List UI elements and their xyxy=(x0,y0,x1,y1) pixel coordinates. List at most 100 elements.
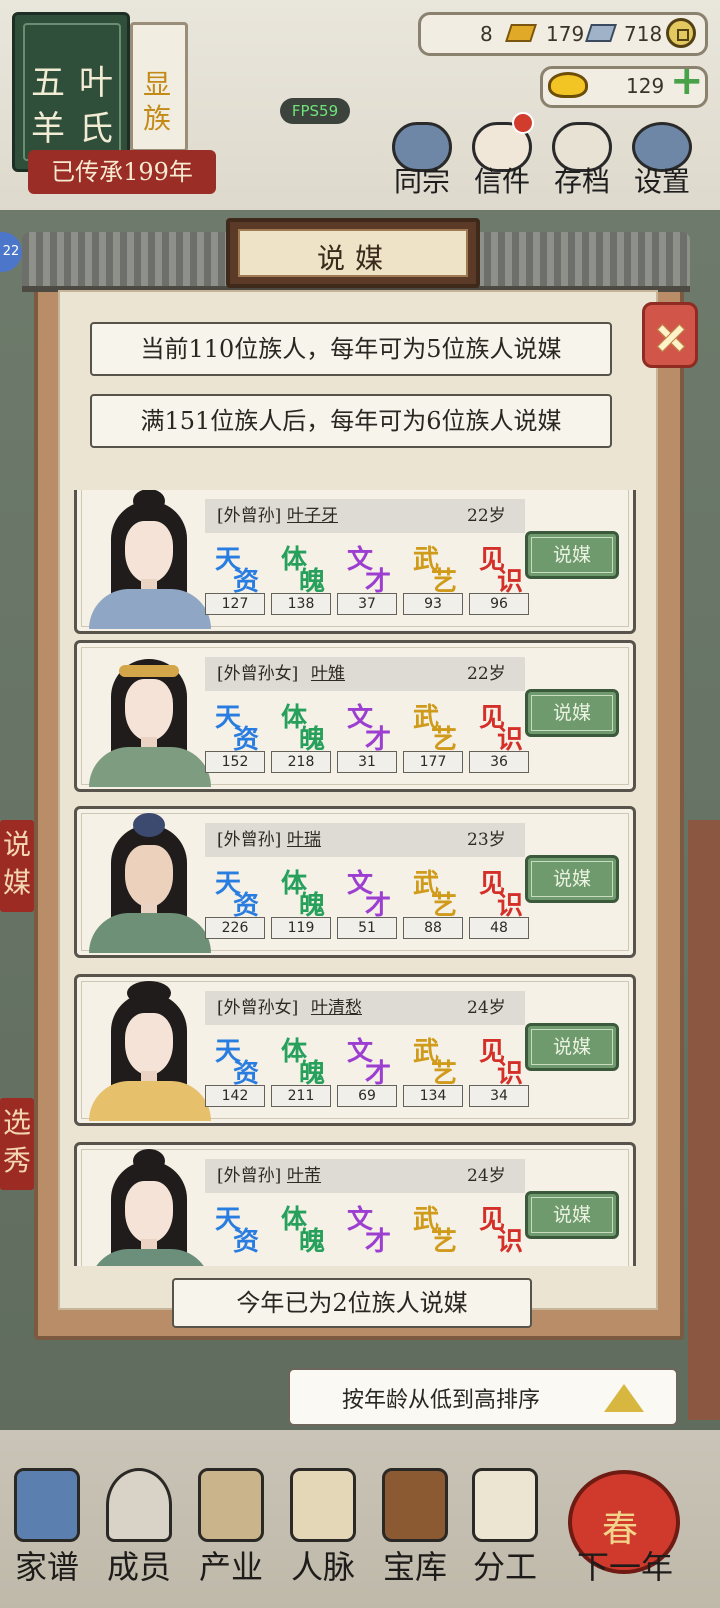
stat-literary: 文才 xyxy=(337,535,399,597)
gold-ingot-icon xyxy=(548,72,588,98)
stat-insight-value: 34 xyxy=(469,1085,529,1107)
match-button[interactable]: 说媒 xyxy=(525,689,619,737)
side-sign-selection-label: 选秀 xyxy=(2,1106,31,1177)
stat-talent-value: 127 xyxy=(205,593,265,615)
stat-literary: 文才 xyxy=(337,693,399,755)
portrait-bun xyxy=(133,1149,165,1173)
side-sign-matchmaking[interactable]: 说媒 xyxy=(0,820,34,912)
candidate-portrait xyxy=(83,981,213,1121)
candidate-name[interactable]: 叶芾 xyxy=(287,1159,321,1193)
nav-network[interactable]: 人脉 xyxy=(278,1462,368,1586)
nav-treasury[interactable]: 宝库 xyxy=(370,1462,460,1586)
candidate-name[interactable]: 叶子牙 xyxy=(287,499,338,533)
candidate-name[interactable]: 叶清愁 xyxy=(311,991,362,1025)
match-button-label: 说媒 xyxy=(531,537,613,573)
menu-save[interactable]: 存档 xyxy=(544,118,620,198)
stat-insight: 见识 xyxy=(469,693,531,755)
add-ingot-button[interactable]: + xyxy=(670,58,704,104)
candidate-relation: [外曾孙] xyxy=(217,830,282,850)
candidate-age: 22岁 xyxy=(467,506,506,526)
candidate-age: 23岁 xyxy=(467,830,506,850)
network-icon xyxy=(290,1468,356,1542)
menu-settings-label: 设置 xyxy=(633,165,690,198)
family-emblem[interactable]: 五 羊 叶 氏 xyxy=(12,12,130,172)
letters-notification-badge xyxy=(512,112,534,134)
dialog-title: 说媒 xyxy=(316,242,393,275)
nav-genealogy-label: 家谱 xyxy=(14,1548,79,1586)
stat-talent-char-2: 资 xyxy=(233,1227,260,1257)
candidate-card: [外曾孙] 叶瑞 23岁 天资 体魄 文才 武艺 见识 226 119 51 8… xyxy=(74,806,636,958)
match-button[interactable]: 说媒 xyxy=(525,855,619,903)
menu-settings[interactable]: 设置 xyxy=(624,118,700,198)
stat-talent: 天资 xyxy=(205,1027,267,1089)
close-button[interactable] xyxy=(642,302,698,368)
stat-physique-value: 138 xyxy=(271,593,331,615)
nav-tasks[interactable]: 分工 xyxy=(460,1462,550,1586)
candidate-portrait xyxy=(83,490,213,629)
property-icon xyxy=(198,1468,264,1542)
heritage-years: 已传承199年 xyxy=(28,150,216,194)
member-icon xyxy=(106,1468,172,1542)
match-button-label: 说媒 xyxy=(531,1029,613,1065)
sort-ascending-icon xyxy=(604,1384,644,1412)
match-button[interactable]: 说媒 xyxy=(525,531,619,579)
stat-insight-value: 36 xyxy=(469,751,529,773)
gold-bar-count: 8 xyxy=(480,22,493,46)
yearly-match-status: 今年已为2位族人说媒 xyxy=(172,1278,532,1328)
stat-physique: 体魄 xyxy=(271,859,333,921)
candidate-list[interactable]: [外曾孙] 叶子牙 22岁 天资 体魄 文才 武艺 见识 127 138 37 … xyxy=(70,490,650,1266)
candidate-relation: [外曾孙] xyxy=(217,1166,282,1186)
portrait-face xyxy=(125,1013,173,1075)
candidate-name-row: [外曾孙女] 叶雉 22岁 xyxy=(205,657,525,691)
menu-clan[interactable]: 同宗 xyxy=(384,118,460,198)
stat-insight: 见识 xyxy=(469,1027,531,1089)
stat-martial-value: 134 xyxy=(403,1085,463,1107)
family-char-1: 五 xyxy=(31,63,65,103)
stat-insight: 见识 xyxy=(469,535,531,597)
candidate-portrait xyxy=(83,813,213,953)
candidate-card: [外曾孙] 叶芾 24岁 天资 体魄 文才 武艺 见识 说媒 xyxy=(74,1142,636,1266)
portrait-bun xyxy=(127,981,171,1005)
candidate-name[interactable]: 叶瑞 xyxy=(287,823,321,857)
match-button-label: 说媒 xyxy=(531,861,613,897)
stat-physique: 体魄 xyxy=(271,693,333,755)
stat-physique-value: 218 xyxy=(271,751,331,773)
stat-talent: 天资 xyxy=(205,693,267,755)
nav-tasks-label: 分工 xyxy=(472,1548,537,1586)
stat-literary-value: 37 xyxy=(337,593,397,615)
stat-physique-char-2: 魄 xyxy=(299,1227,326,1257)
side-sign-selection[interactable]: 选秀 xyxy=(0,1098,34,1190)
match-button[interactable]: 说媒 xyxy=(525,1191,619,1239)
stat-talent-value: 152 xyxy=(205,751,265,773)
nav-members-label: 成员 xyxy=(106,1548,171,1586)
nav-next-year[interactable]: 下一年 xyxy=(566,1462,684,1586)
candidate-name-row: [外曾孙女] 叶清愁 24岁 xyxy=(205,991,525,1025)
dialog-title-plaque: 说媒 xyxy=(226,218,480,288)
fps-counter: FPS59 xyxy=(280,98,350,124)
stat-talent-value: 142 xyxy=(205,1085,265,1107)
stat-martial-char-2: 艺 xyxy=(431,1227,458,1257)
stat-literary: 文才 xyxy=(337,1195,399,1257)
stat-talent: 天资 xyxy=(205,535,267,597)
stat-physique-value: 211 xyxy=(271,1085,331,1107)
nav-treasury-label: 宝库 xyxy=(382,1548,447,1586)
candidate-relation: [外曾孙女] xyxy=(217,998,299,1018)
genealogy-book-icon xyxy=(14,1468,80,1542)
match-button[interactable]: 说媒 xyxy=(525,1023,619,1071)
candidate-age: 24岁 xyxy=(467,1166,506,1186)
menu-letters-label: 信件 xyxy=(473,165,530,198)
menu-clan-label: 同宗 xyxy=(393,165,450,198)
match-button-label: 说媒 xyxy=(531,1197,613,1233)
candidate-card: [外曾孙女] 叶雉 22岁 天资 体魄 文才 武艺 见识 152 218 31 … xyxy=(74,640,636,792)
family-char-2: 羊 xyxy=(31,109,65,149)
sort-by-age-button[interactable]: 按年龄从低到高排序 xyxy=(288,1368,678,1426)
right-scene-strip xyxy=(688,820,720,1420)
stat-insight-value: 96 xyxy=(469,593,529,615)
nav-genealogy[interactable]: 家谱 xyxy=(2,1462,92,1586)
nav-members[interactable]: 成员 xyxy=(94,1462,184,1586)
nav-property[interactable]: 产业 xyxy=(186,1462,276,1586)
stat-insight-value: 48 xyxy=(469,917,529,939)
candidate-name-row: [外曾孙] 叶瑞 23岁 xyxy=(205,823,525,857)
candidate-name[interactable]: 叶雉 xyxy=(311,657,345,691)
portrait-bun xyxy=(133,490,165,513)
